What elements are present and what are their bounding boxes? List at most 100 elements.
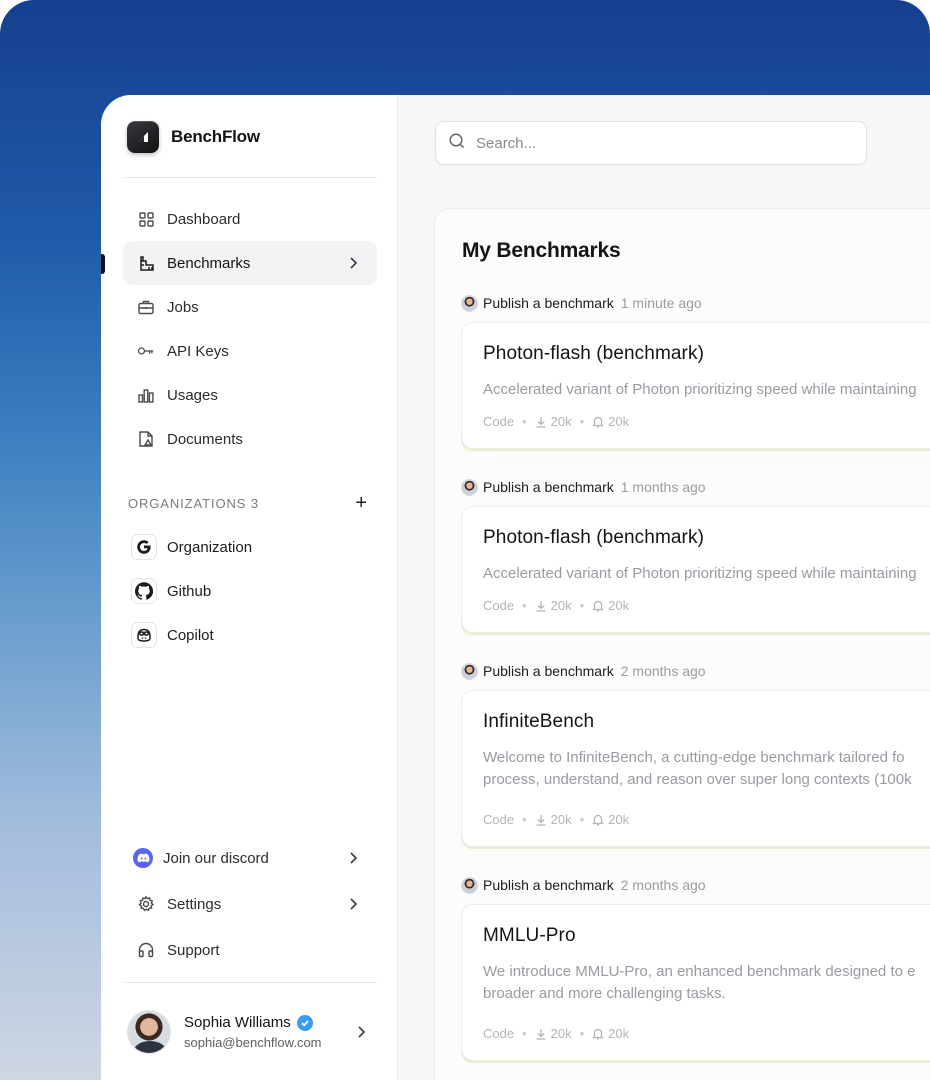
card-description: We introduce MMLU-Pro, an enhanced bench… bbox=[483, 963, 916, 1002]
ruler-icon bbox=[137, 254, 155, 272]
benchmark-card[interactable]: MMLU-Pro We introduce MMLU-Pro, an enhan… bbox=[461, 904, 930, 1061]
avatar bbox=[461, 478, 478, 496]
nav-label: Documents bbox=[167, 430, 243, 448]
grid-icon bbox=[137, 210, 155, 228]
benchmark-card[interactable]: Photon-flash (benchmark) Accelerated var… bbox=[461, 322, 930, 449]
bottom-nav: Join our discord Settings Support bbox=[123, 835, 377, 973]
chevron-right-icon bbox=[345, 850, 361, 866]
bell-icon bbox=[592, 600, 605, 612]
nav-label: Dashboard bbox=[167, 210, 241, 228]
entry-action: Publish a benchmark bbox=[483, 877, 614, 893]
card-meta: Code • 20k • 20k bbox=[483, 1026, 630, 1041]
active-indicator bbox=[101, 254, 105, 274]
likes-count: 20k bbox=[592, 414, 629, 429]
github-icon bbox=[131, 578, 157, 604]
benchmark-card[interactable]: InfiniteBench Welcome to InfiniteBench, … bbox=[461, 690, 930, 847]
nav-item-dashboard[interactable]: Dashboard bbox=[123, 197, 377, 241]
main-nav: Dashboard Benchmarks Jobs API Keys Usage… bbox=[101, 197, 377, 461]
card-title: Photon-flash (benchmark) bbox=[483, 343, 705, 364]
support-link[interactable]: Support bbox=[123, 927, 377, 973]
entry-action: Publish a benchmark bbox=[483, 663, 614, 679]
likes-count: 20k bbox=[592, 598, 629, 613]
user-email: sophia@benchflow.com bbox=[184, 1035, 322, 1050]
nav-label: Jobs bbox=[167, 298, 199, 316]
briefcase-icon bbox=[137, 298, 155, 316]
divider bbox=[123, 177, 377, 178]
bell-icon bbox=[592, 416, 605, 428]
card-description: Welcome to InfiniteBench, a cutting-edge… bbox=[483, 749, 912, 788]
organizations-header: ORGANIZATIONS 3 + bbox=[128, 493, 368, 513]
settings-label: Settings bbox=[167, 895, 222, 913]
nav-item-jobs[interactable]: Jobs bbox=[123, 285, 377, 329]
org-label: Copilot bbox=[167, 626, 214, 644]
card-title: Photon-flash (benchmark) bbox=[483, 527, 705, 548]
key-icon bbox=[137, 342, 155, 360]
copilot-icon bbox=[131, 622, 157, 648]
org-label: Organization bbox=[167, 538, 253, 556]
avatar bbox=[461, 294, 478, 312]
downloads-count: 20k bbox=[535, 812, 572, 827]
page-title: My Benchmarks bbox=[462, 239, 621, 262]
google-icon bbox=[131, 534, 157, 560]
chevron-right-icon bbox=[345, 896, 361, 912]
search-input[interactable] bbox=[476, 134, 854, 152]
user-info: Sophia Williams sophia@benchflow.com bbox=[184, 1014, 322, 1050]
settings-link[interactable]: Settings bbox=[123, 881, 377, 927]
likes-count: 20k bbox=[592, 1026, 629, 1041]
brand[interactable]: BenchFlow bbox=[127, 121, 260, 153]
organizations-title: ORGANIZATIONS 3 bbox=[128, 495, 259, 511]
downloads-count: 20k bbox=[535, 414, 572, 429]
search-bar[interactable] bbox=[435, 121, 867, 165]
entry-header: Publish a benchmark 2 months ago bbox=[461, 661, 930, 681]
bell-icon bbox=[592, 814, 605, 826]
nav-item-api-keys[interactable]: API Keys bbox=[123, 329, 377, 373]
discord-icon bbox=[133, 848, 153, 868]
verified-badge-icon bbox=[296, 1014, 313, 1031]
chevron-right-icon bbox=[345, 255, 361, 271]
entry-time: 1 minute ago bbox=[620, 295, 702, 311]
add-organization-button[interactable]: + bbox=[355, 493, 368, 513]
avatar bbox=[127, 1010, 171, 1054]
nav-label: Usages bbox=[167, 386, 218, 404]
benchmarks-panel: My Benchmarks Publish a benchmark 1 minu… bbox=[434, 208, 930, 1080]
download-icon bbox=[536, 600, 546, 612]
gear-icon bbox=[137, 895, 155, 913]
code-label: Code bbox=[483, 1026, 515, 1041]
likes-count: 20k bbox=[592, 812, 629, 827]
avatar bbox=[461, 876, 478, 894]
entry-time: 2 months ago bbox=[620, 877, 706, 893]
entry-action: Publish a benchmark bbox=[483, 295, 614, 311]
card-description: Accelerated variant of Photon prioritizi… bbox=[483, 381, 917, 398]
card-meta: Code • 20k • 20k bbox=[483, 598, 630, 613]
activity-entry: Publish a benchmark 1 minute ago Photon-… bbox=[461, 293, 930, 449]
user-profile[interactable]: Sophia Williams sophia@benchflow.com bbox=[127, 1007, 377, 1057]
headphones-icon bbox=[137, 941, 155, 959]
code-label: Code bbox=[483, 414, 515, 429]
chevron-right-icon bbox=[353, 1024, 369, 1040]
code-label: Code bbox=[483, 598, 515, 613]
organizations-list: Organization Github Copilot bbox=[131, 525, 371, 657]
app-window: BenchFlow Dashboard Benchmarks Jobs API … bbox=[101, 95, 930, 1080]
join-discord-link[interactable]: Join our discord bbox=[123, 835, 377, 881]
nav-item-benchmarks[interactable]: Benchmarks bbox=[101, 241, 377, 285]
entry-header: Publish a benchmark 2 months ago bbox=[461, 875, 930, 895]
nav-label: API Keys bbox=[167, 342, 229, 360]
nav-item-documents[interactable]: Documents bbox=[123, 417, 377, 461]
card-description: Accelerated variant of Photon prioritizi… bbox=[483, 565, 917, 582]
card-meta: Code • 20k • 20k bbox=[483, 414, 630, 429]
org-item-copilot[interactable]: Copilot bbox=[131, 613, 371, 657]
card-meta: Code • 20k • 20k bbox=[483, 812, 630, 827]
benchmark-card[interactable]: Photon-flash (benchmark) Accelerated var… bbox=[461, 506, 930, 633]
org-item-organization[interactable]: Organization bbox=[131, 525, 371, 569]
org-item-github[interactable]: Github bbox=[131, 569, 371, 613]
brand-name: BenchFlow bbox=[171, 127, 260, 146]
avatar bbox=[461, 662, 478, 680]
document-icon bbox=[137, 430, 155, 448]
divider bbox=[123, 982, 377, 983]
nav-item-usages[interactable]: Usages bbox=[123, 373, 377, 417]
downloads-count: 20k bbox=[535, 598, 572, 613]
support-label: Support bbox=[167, 941, 220, 959]
sidebar: BenchFlow Dashboard Benchmarks Jobs API … bbox=[101, 95, 398, 1080]
entry-time: 2 months ago bbox=[620, 663, 706, 679]
code-label: Code bbox=[483, 812, 515, 827]
